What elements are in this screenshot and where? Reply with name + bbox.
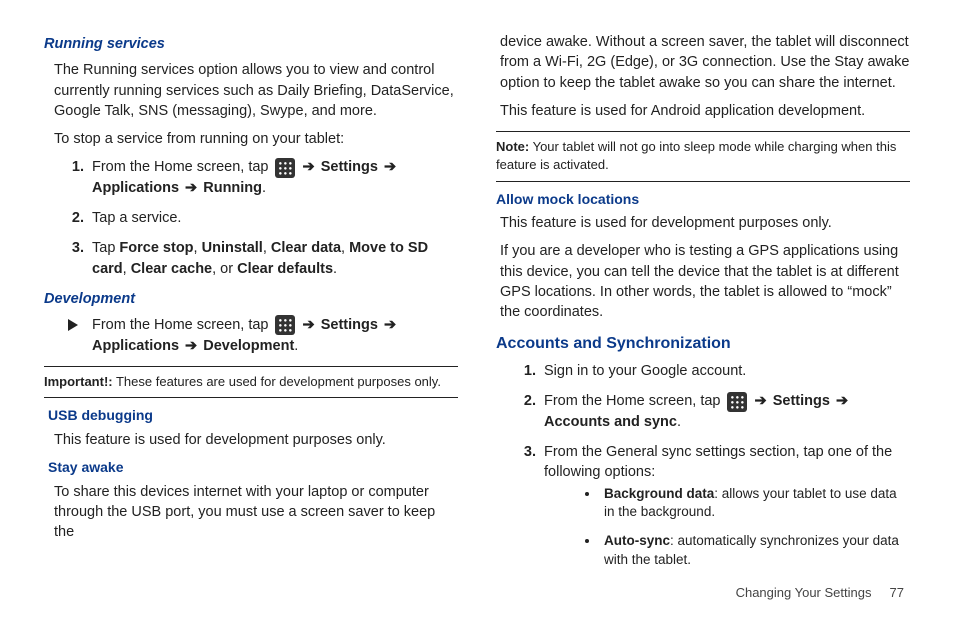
heading-usb-debugging: USB debugging	[48, 406, 458, 426]
note-text: Your tablet will not go into sleep mode …	[496, 139, 896, 172]
important-label: Important!:	[44, 374, 113, 389]
label-running: Running	[203, 180, 262, 196]
label-applications: Applications	[92, 338, 179, 354]
para-usb-desc: This feature is used for development pur…	[54, 430, 458, 450]
para-stay-awake: To share this devices internet with your…	[54, 482, 458, 543]
label-clear-defaults: Clear defaults	[237, 261, 333, 277]
s3-text: From the General sync settings section, …	[544, 444, 892, 480]
arrow-icon: ➔	[303, 159, 315, 175]
content-columns: Running services The Running services op…	[44, 28, 910, 580]
label-accounts-sync: Accounts and sync	[544, 414, 677, 430]
step1-text: From the Home screen, tap	[92, 159, 273, 175]
arrow-icon: ➔	[384, 159, 396, 175]
note-box: Note: Your tablet will not go into sleep…	[496, 131, 910, 181]
text-or: , or	[212, 261, 237, 277]
important-text: These features are used for development …	[113, 374, 441, 389]
apps-icon	[275, 315, 295, 335]
right-column: device awake. Without a screen saver, th…	[496, 28, 910, 580]
step-1: From the Home screen, tap ➔ Settings ➔ A…	[88, 157, 458, 198]
bullet-background-data: Background data: allows your tablet to u…	[600, 485, 910, 523]
footer-page-number: 77	[890, 585, 904, 600]
label-settings: Settings	[321, 317, 378, 333]
label-background-data: Background data	[604, 486, 714, 501]
label-applications: Applications	[92, 180, 179, 196]
label-clear-data: Clear data	[271, 240, 341, 256]
heading-development: Development	[44, 289, 458, 309]
steps-accounts: Sign in to your Google account. From the…	[496, 361, 910, 570]
note-label: Note:	[496, 139, 529, 154]
para-running-desc: The Running services option allows you t…	[54, 60, 458, 121]
left-column: Running services The Running services op…	[44, 28, 458, 580]
label-force-stop: Force stop	[119, 240, 193, 256]
arrow-icon: ➔	[303, 317, 315, 333]
heading-stay-awake: Stay awake	[48, 458, 458, 478]
heading-allow-mock: Allow mock locations	[496, 190, 910, 210]
important-note: Important!: These features are used for …	[44, 366, 458, 398]
para-mock-desc: This feature is used for development pur…	[500, 213, 910, 233]
acct-step-2: From the Home screen, tap ➔ Settings ➔ A…	[540, 391, 910, 432]
development-nav-text: From the Home screen, tap ➔ Settings ➔ A…	[92, 315, 458, 356]
bullet-auto-sync: Auto-sync: automatically synchronizes yo…	[600, 532, 910, 570]
page-footer: Changing Your Settings 77	[44, 584, 910, 602]
apps-icon	[727, 392, 747, 412]
footer-label: Changing Your Settings	[736, 585, 872, 600]
arrow-icon: ➔	[185, 338, 197, 354]
development-nav: From the Home screen, tap ➔ Settings ➔ A…	[68, 315, 458, 356]
arrow-icon: ➔	[836, 393, 848, 409]
heading-accounts-sync: Accounts and Synchronization	[496, 333, 910, 355]
step-2: Tap a service.	[88, 208, 458, 228]
label-settings: Settings	[321, 159, 378, 175]
label-development: Development	[203, 338, 294, 354]
dev-text: From the Home screen, tap	[92, 317, 273, 333]
para-android-dev: This feature is used for Android applica…	[500, 101, 910, 121]
step-3: Tap Force stop, Uninstall, Clear data, M…	[88, 238, 458, 279]
steps-running: From the Home screen, tap ➔ Settings ➔ A…	[44, 157, 458, 278]
acct-step-3: From the General sync settings section, …	[540, 442, 910, 570]
label-uninstall: Uninstall	[202, 240, 263, 256]
apps-icon	[275, 158, 295, 178]
s2-text: From the Home screen, tap	[544, 393, 725, 409]
arrow-icon: ➔	[185, 180, 197, 196]
triangle-bullet-icon	[68, 319, 78, 331]
para-stop-intro: To stop a service from running on your t…	[54, 129, 458, 149]
label-settings: Settings	[773, 393, 830, 409]
para-device-awake: device awake. Without a screen saver, th…	[500, 32, 910, 93]
arrow-icon: ➔	[755, 393, 767, 409]
heading-running-services: Running services	[44, 34, 458, 54]
acct-step-1: Sign in to your Google account.	[540, 361, 910, 381]
label-auto-sync: Auto-sync	[604, 533, 670, 548]
para-mock-detail: If you are a developer who is testing a …	[500, 241, 910, 322]
arrow-icon: ➔	[384, 317, 396, 333]
label-clear-cache: Clear cache	[131, 261, 212, 277]
sync-options: Background data: allows your tablet to u…	[576, 485, 910, 571]
step3-text: Tap	[92, 240, 119, 256]
